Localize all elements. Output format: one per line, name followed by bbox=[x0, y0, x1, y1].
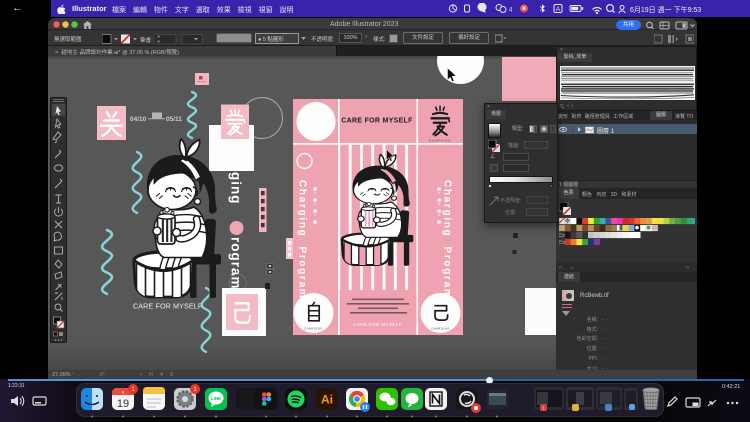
svg-text:19: 19 bbox=[117, 398, 129, 410]
svg-text:04/10: 04/10 bbox=[130, 116, 147, 123]
svg-text:Ai: Ai bbox=[321, 393, 333, 407]
svg-text:Charging Program: Charging Program bbox=[297, 180, 308, 299]
svg-text:4: 4 bbox=[509, 8, 513, 14]
svg-text:ging: ging bbox=[229, 172, 244, 205]
svg-text:05/11: 05/11 bbox=[166, 116, 182, 123]
svg-text:CARE FOR MYSELF: CARE FOR MYSELF bbox=[341, 118, 413, 125]
svg-text:LINE: LINE bbox=[211, 396, 221, 401]
svg-text:CHARGING: CHARGING bbox=[429, 139, 452, 143]
svg-text:CHARGING: CHARGING bbox=[431, 327, 450, 331]
svg-text:Charging Program: Charging Program bbox=[442, 180, 453, 299]
svg-text:CARE FOR MYSELF: CARE FOR MYSELF bbox=[133, 302, 203, 311]
svg-text:CARE FOR MYSELF: CARE FOR MYSELF bbox=[353, 322, 402, 327]
svg-text:rogram: rogram bbox=[229, 237, 244, 290]
svg-text:筆畫: 筆畫 bbox=[140, 36, 152, 44]
svg-text:A: A bbox=[556, 6, 561, 13]
svg-text:CHARGING: CHARGING bbox=[304, 327, 323, 331]
